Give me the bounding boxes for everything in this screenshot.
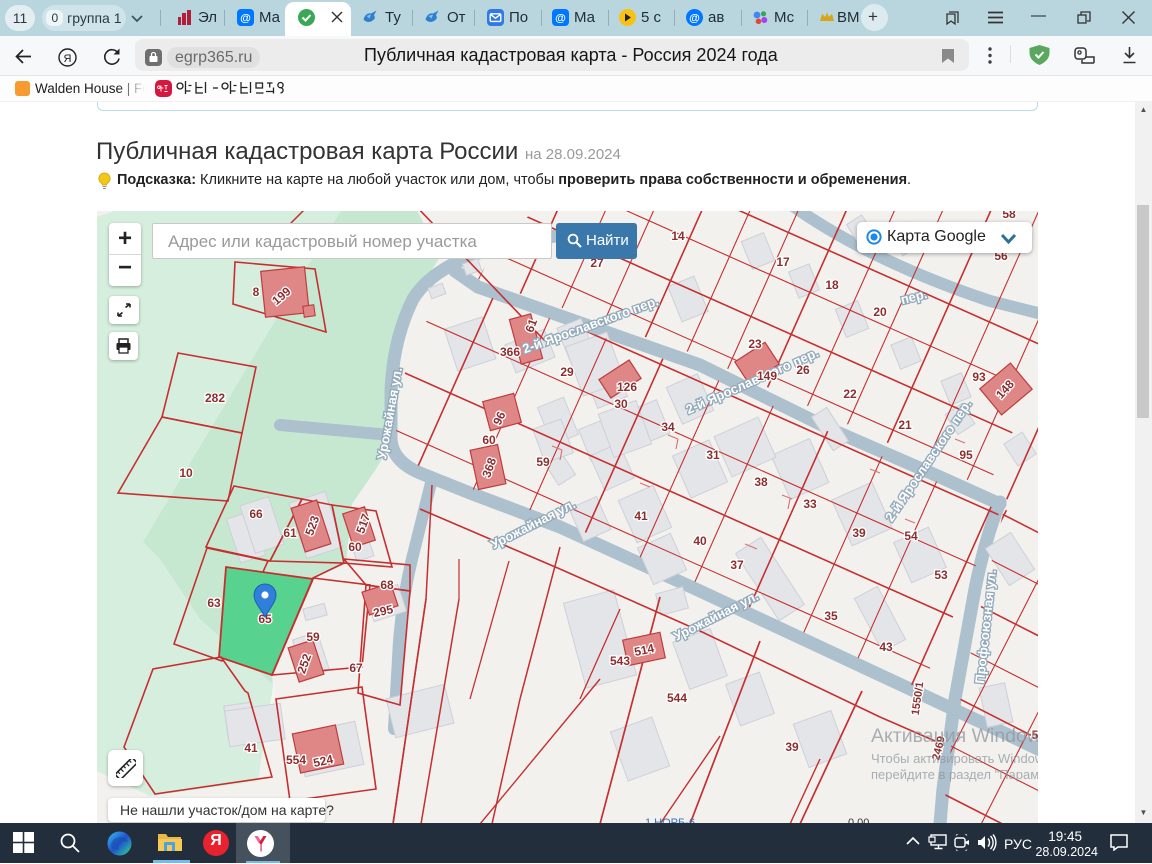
svg-text:Я: Я <box>64 53 72 65</box>
svg-text:30: 30 <box>614 397 628 411</box>
svg-text:22: 22 <box>843 387 857 401</box>
svg-text:43: 43 <box>879 640 893 654</box>
svg-text:58: 58 <box>1002 211 1016 221</box>
svg-text:Активация Windows: Активация Windows <box>871 725 1038 747</box>
svg-text:41: 41 <box>634 509 648 523</box>
svg-text:544: 544 <box>667 691 687 705</box>
svg-text:26: 26 <box>796 363 810 377</box>
svg-text:67: 67 <box>349 661 363 675</box>
svg-text:29: 29 <box>560 365 574 379</box>
svg-text:53: 53 <box>934 568 948 582</box>
svg-text:35: 35 <box>824 609 838 623</box>
svg-text:554: 554 <box>286 753 306 767</box>
svg-text:14: 14 <box>671 229 685 243</box>
svg-text:34: 34 <box>661 420 675 434</box>
svg-text:31: 31 <box>706 448 720 462</box>
svg-text:95: 95 <box>959 448 973 462</box>
svg-text:61: 61 <box>283 526 297 540</box>
svg-text:перейдите в раздел "Параметры": перейдите в раздел "Параметры". <box>871 767 1038 782</box>
svg-text:39: 39 <box>785 740 799 754</box>
svg-text:20: 20 <box>873 305 887 319</box>
svg-text:@: @ <box>555 13 566 25</box>
svg-text:126: 126 <box>617 380 637 394</box>
svg-text:149: 149 <box>757 369 777 383</box>
svg-text:Чтобы активировать Windows,: Чтобы активировать Windows, <box>871 751 1038 766</box>
svg-text:543: 543 <box>610 654 630 668</box>
svg-text:10: 10 <box>179 466 193 480</box>
svg-text:63: 63 <box>207 596 221 610</box>
svg-text:68: 68 <box>380 578 394 592</box>
svg-text:18: 18 <box>825 278 839 292</box>
svg-text:282: 282 <box>205 391 225 405</box>
svg-text:93: 93 <box>972 370 986 384</box>
svg-text:60: 60 <box>348 540 362 554</box>
svg-text:60: 60 <box>482 433 496 447</box>
svg-text:23: 23 <box>748 337 762 351</box>
svg-text:@: @ <box>240 13 251 25</box>
svg-text:21: 21 <box>898 418 912 432</box>
svg-text:54: 54 <box>904 529 918 543</box>
svg-text:66: 66 <box>249 507 263 521</box>
svg-text:8: 8 <box>253 285 260 299</box>
svg-text:59: 59 <box>536 455 550 469</box>
svg-text:@: @ <box>689 13 700 25</box>
svg-text:40: 40 <box>693 534 707 548</box>
svg-text:59: 59 <box>306 630 320 644</box>
svg-text:38: 38 <box>754 475 768 489</box>
svg-text:41: 41 <box>244 741 258 755</box>
svg-text:39: 39 <box>852 526 866 540</box>
svg-text:33: 33 <box>803 497 817 511</box>
svg-text:37: 37 <box>730 558 744 572</box>
svg-text:366: 366 <box>500 345 520 359</box>
svg-text:17: 17 <box>776 255 790 269</box>
